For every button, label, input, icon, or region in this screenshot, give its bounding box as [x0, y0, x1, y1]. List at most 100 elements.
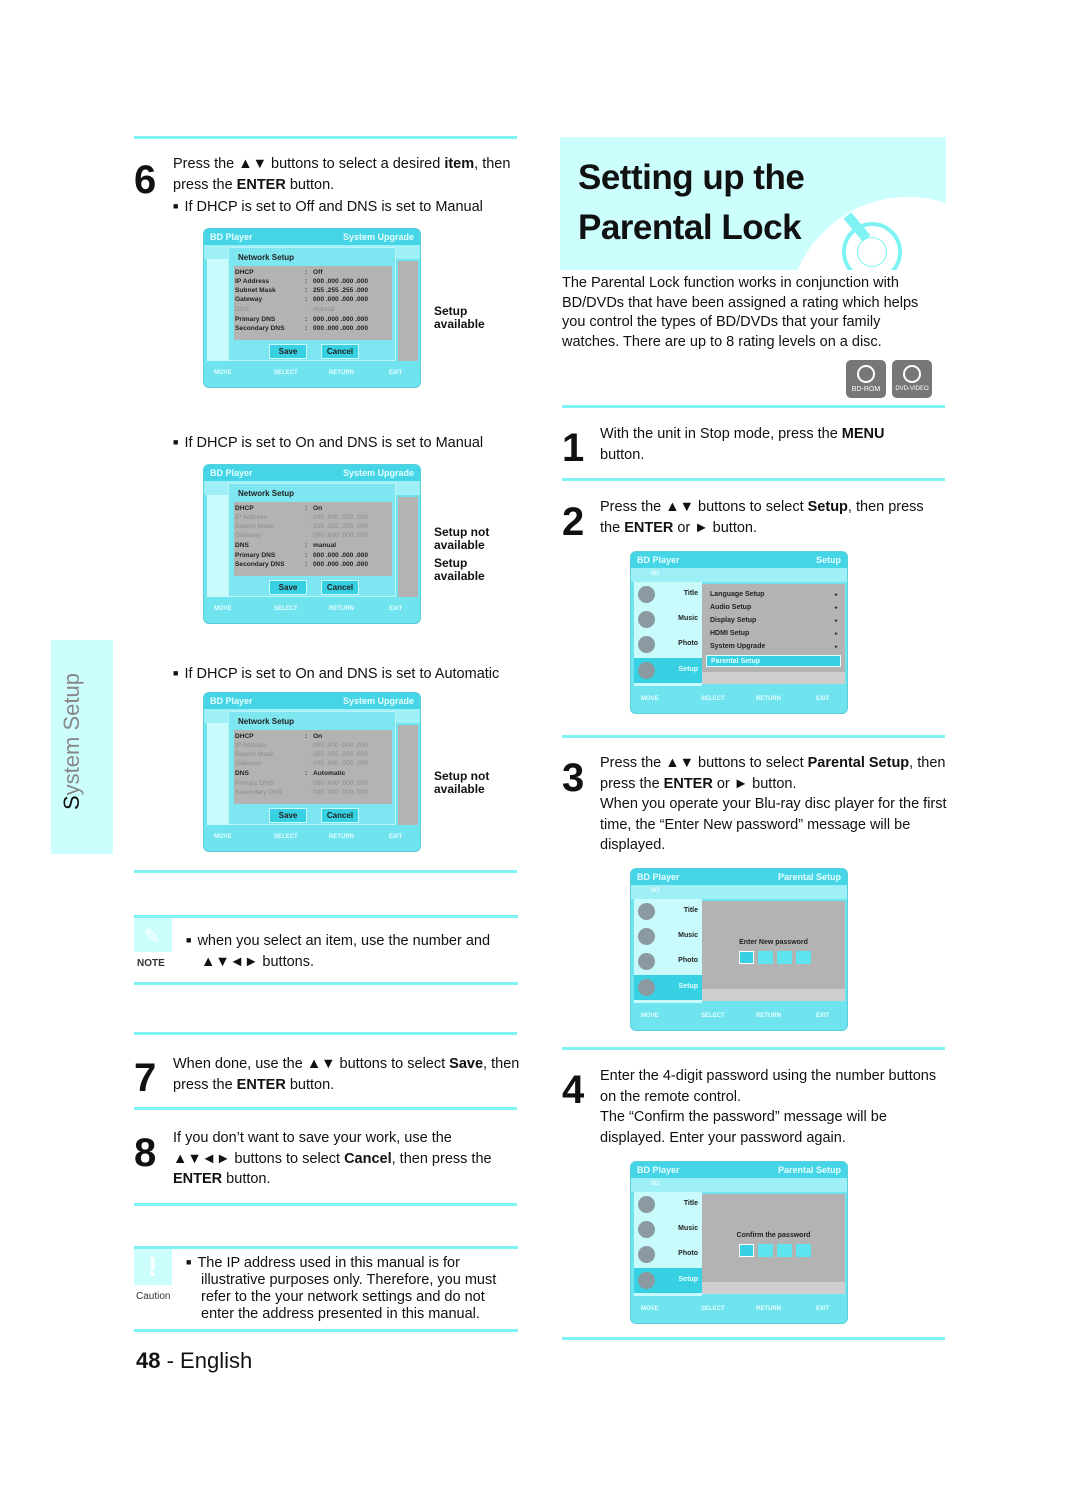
menu-item[interactable]: System Upgrade [710, 643, 765, 650]
password-digit-box[interactable] [796, 951, 811, 964]
osd-header-section: System Upgrade [342, 232, 414, 242]
step-4-text: Enter the 4-digit password using the num… [600, 1068, 937, 1146]
menu-item[interactable]: Language Setup [710, 591, 764, 598]
divider [134, 136, 517, 139]
step-number: 2 [562, 500, 585, 544]
step-number: 1 [562, 426, 585, 470]
music-icon [638, 928, 655, 945]
caution-text: The IP address used in this manual is fo… [186, 1254, 506, 1323]
menu-item[interactable]: Audio Setup [710, 604, 751, 611]
title-banner: Setting up the Parental Lock [560, 137, 946, 270]
step-1-text: With the unit in Stop mode, press the ME… [600, 426, 885, 463]
page-footer: 48 - English [136, 1348, 253, 1373]
title-icon [638, 903, 655, 920]
title-icon [638, 586, 655, 603]
divider [562, 1047, 945, 1050]
bullet-dhcp-on-auto: If DHCP is set to On and DNS is set to A… [173, 663, 499, 685]
divider [134, 982, 518, 985]
step-8-text: If you don’t want to save your work, use… [173, 1130, 492, 1187]
divider [134, 1246, 518, 1249]
section-tab-label: ystem Setup [59, 673, 84, 796]
divider [134, 1107, 517, 1110]
note-text: when you select an item, use the number … [186, 930, 506, 972]
divider [134, 1032, 517, 1035]
step-number: 4 [562, 1068, 585, 1112]
intro-paragraph: The Parental Lock function works in conj… [562, 275, 919, 350]
divider [134, 870, 517, 873]
gear-icon [638, 979, 655, 996]
dialog-title: Network Setup [238, 253, 295, 262]
side-item-setup[interactable]: Setup [634, 658, 702, 683]
pencil-icon: ✎ [144, 926, 161, 948]
divider [134, 1329, 518, 1332]
network-setup-dialog: Network Setup DHCP: On IP Address:000 .00… [228, 711, 396, 825]
network-setup-dialog: Network Setup DHCP: Off IP Address:000 .0… [228, 247, 396, 361]
menu-item[interactable]: Display Setup [710, 617, 756, 624]
page-title: Setting up the Parental Lock [578, 158, 805, 247]
callout-setup-not-available: Setup not available [434, 769, 490, 796]
password-prompt: Enter New password [739, 939, 808, 946]
page-number: 48 [136, 1348, 161, 1373]
photo-icon [638, 953, 655, 970]
save-button[interactable]: Save [269, 808, 307, 823]
page-language: English [180, 1348, 253, 1373]
save-button[interactable]: Save [269, 344, 307, 359]
save-button[interactable]: Save [269, 580, 307, 595]
divider [134, 915, 518, 918]
callout-setup-not-available: Setup not available [434, 525, 490, 552]
dvd-video-badge: DVD-VIDEO [892, 360, 932, 398]
password-prompt: Confirm the password [736, 1232, 811, 1239]
title-icon [638, 1196, 655, 1213]
divider [562, 1337, 945, 1340]
note-icon-box: ✎ [134, 918, 172, 952]
step-number: 8 [134, 1131, 157, 1175]
divider [134, 1203, 517, 1206]
menu-item-parental-setup[interactable]: Parental Setup [706, 655, 841, 667]
disc-icon [857, 365, 875, 383]
gear-icon [638, 1272, 655, 1289]
caution-icon-box: ! [134, 1249, 172, 1285]
cancel-button[interactable]: Cancel [321, 344, 359, 359]
menu-item[interactable]: HDMI Setup [710, 630, 749, 637]
cancel-button[interactable]: Cancel [321, 580, 359, 595]
network-setup-screen-3: BD Player System Upgrade Network Setup DH… [203, 692, 421, 852]
section-tab-initial: S [59, 795, 84, 810]
divider [562, 735, 945, 738]
step-number: 6 [134, 158, 157, 202]
bd-rom-badge: BD-ROM [846, 360, 886, 398]
confirm-password-screen: BD Player Parental Setup BD Title Music P… [630, 1161, 848, 1324]
network-setup-screen-1: BD Player System Upgrade Network Setup DH… [203, 228, 421, 388]
note-label: NOTE [137, 958, 165, 969]
password-digit-box[interactable] [796, 1244, 811, 1257]
network-setup-screen-2: BD Player System Upgrade Network Setup DH… [203, 464, 421, 624]
bullet-dhcp-off: If DHCP is set to Off and DNS is set to … [173, 196, 482, 218]
caution-label: Caution [136, 1291, 171, 1302]
password-digit-box[interactable] [739, 951, 754, 964]
music-icon [638, 1221, 655, 1238]
bullet-dhcp-on-manual: If DHCP is set to On and DNS is set to M… [173, 432, 483, 454]
step-number: 7 [134, 1056, 157, 1100]
divider [562, 405, 945, 408]
exclamation-icon: ! [148, 1251, 158, 1282]
photo-icon [638, 1246, 655, 1263]
password-digit-box[interactable] [739, 1244, 754, 1257]
password-digit-box[interactable] [777, 951, 792, 964]
divider [562, 478, 945, 481]
setup-menu-screen: BD Player Setup BD Title Music Photo Setu… [630, 551, 848, 714]
music-icon [638, 611, 655, 628]
password-digit-box[interactable] [758, 1244, 773, 1257]
gear-icon [638, 662, 655, 679]
callout-setup-available: Setup available [434, 556, 485, 583]
enter-password-screen: BD Player Parental Setup BD Title Music P… [630, 868, 848, 1031]
setup-menu-list: Language Setup ► Audio Setup ► Display Set… [702, 584, 845, 684]
step-2-text: Press the ▲▼ buttons to select Setup, th… [600, 499, 924, 536]
osd-footer: MOVE SELECT RETURN EXIT [204, 361, 420, 387]
password-digit-box[interactable] [758, 951, 773, 964]
cancel-button[interactable]: Cancel [321, 808, 359, 823]
photo-icon [638, 636, 655, 653]
callout-setup-available: Setup available [434, 304, 485, 331]
step-6-text: Press the ▲▼ buttons to select a desired… [173, 156, 511, 193]
password-digit-box[interactable] [777, 1244, 792, 1257]
step-number: 3 [562, 756, 585, 800]
network-setup-dialog: Network Setup DHCP: On IP Address:000 .00… [228, 483, 396, 597]
